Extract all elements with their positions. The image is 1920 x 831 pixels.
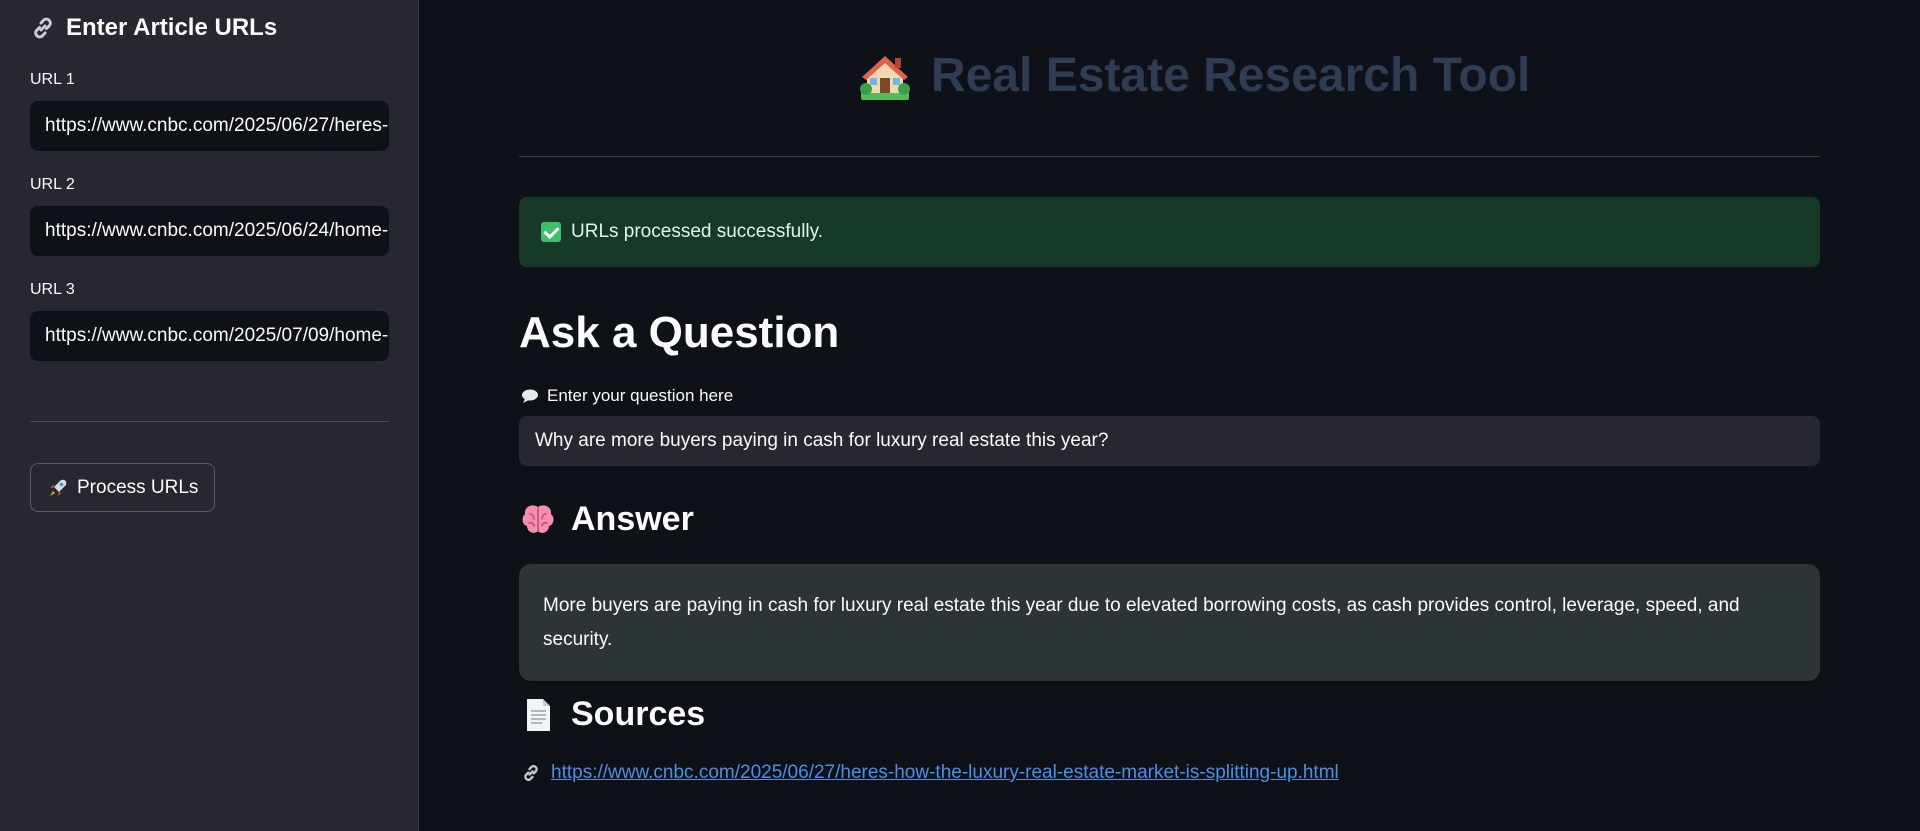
house-icon bbox=[860, 55, 910, 100]
url-3-input[interactable]: https://www.cnbc.com/2025/07/09/home-buy… bbox=[30, 311, 389, 361]
document-icon bbox=[527, 698, 550, 731]
sidebar: Enter Article URLs URL 1 https://www.cnb… bbox=[0, 0, 419, 831]
url-2-input[interactable]: https://www.cnbc.com/2025/06/24/home-pri… bbox=[30, 206, 389, 256]
question-label-text: Enter your question here bbox=[547, 386, 734, 405]
rocket-icon bbox=[50, 479, 67, 496]
process-urls-label: Process URLs bbox=[77, 476, 199, 498]
question-label: Enter your question here bbox=[521, 386, 733, 406]
source-item: https://www.cnbc.com/2025/06/27/heres-ho… bbox=[521, 762, 1339, 784]
main-content: Real Estate Research Tool URLs processed… bbox=[419, 0, 1920, 831]
url-3-label: URL 3 bbox=[30, 281, 75, 298]
link-icon bbox=[524, 765, 538, 781]
answer-text: More buyers are paying in cash for luxur… bbox=[543, 595, 1740, 650]
page-title: Real Estate Research Tool bbox=[859, 48, 1559, 103]
url-1-input[interactable]: https://www.cnbc.com/2025/06/27/heres-ho… bbox=[30, 101, 389, 151]
link-icon bbox=[34, 17, 52, 39]
check-icon bbox=[541, 222, 561, 242]
sidebar-header-text: Enter Article URLs bbox=[66, 14, 278, 41]
speech-bubble-icon bbox=[522, 389, 538, 403]
success-message: URLs processed successfully. bbox=[571, 221, 824, 242]
answer-heading-text: Answer bbox=[571, 500, 694, 538]
sidebar-header: Enter Article URLs bbox=[30, 14, 277, 42]
brain-icon bbox=[522, 504, 554, 533]
question-input[interactable]: Why are more buyers paying in cash for l… bbox=[519, 416, 1820, 466]
page-title-text: Real Estate Research Tool bbox=[931, 49, 1531, 102]
success-alert: URLs processed successfully. bbox=[519, 197, 1820, 267]
answer-box: More buyers are paying in cash for luxur… bbox=[519, 564, 1820, 681]
url-2-label: URL 2 bbox=[30, 176, 75, 193]
url-1-label: URL 1 bbox=[30, 71, 75, 88]
sidebar-divider bbox=[30, 421, 389, 422]
sources-heading-text: Sources bbox=[571, 695, 706, 733]
sources-heading: Sources bbox=[519, 695, 705, 734]
process-urls-button[interactable]: Process URLs bbox=[30, 463, 216, 512]
title-divider bbox=[519, 156, 1820, 157]
ask-question-heading: Ask a Question bbox=[519, 308, 840, 357]
source-link[interactable]: https://www.cnbc.com/2025/06/27/heres-ho… bbox=[551, 762, 1339, 784]
answer-heading: Answer bbox=[519, 500, 694, 539]
